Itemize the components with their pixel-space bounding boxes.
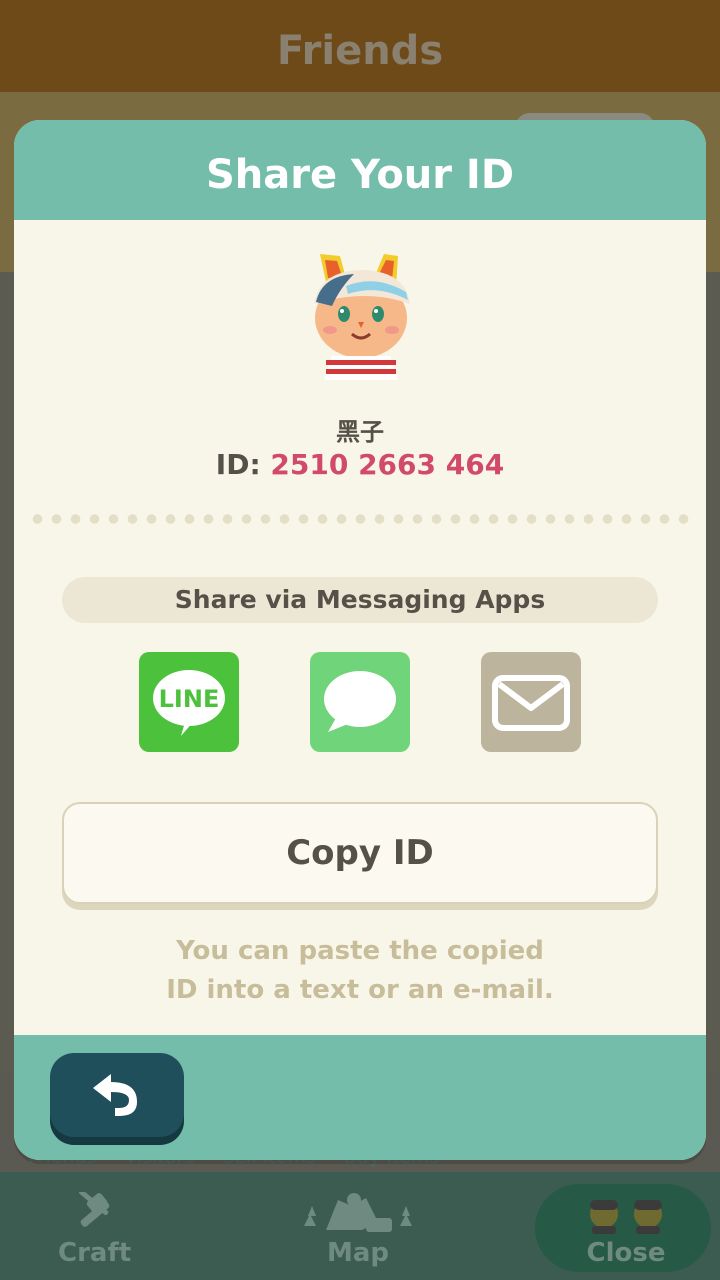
back-arrow-icon — [93, 1074, 137, 1116]
nav-close-label: Close — [586, 1238, 666, 1268]
id-value: 2510 2663 464 — [270, 448, 505, 481]
map-icon — [304, 1193, 412, 1232]
share-messages-button[interactable] — [310, 652, 410, 752]
share-mail-button[interactable] — [481, 652, 581, 752]
back-button[interactable] — [50, 1053, 184, 1137]
nav-close[interactable]: Close — [578, 1192, 674, 1268]
dialog-header: Share Your ID — [14, 120, 706, 220]
copy-hint-text: You can paste the copied ID into a text … — [14, 932, 706, 1010]
player-avatar — [314, 254, 410, 380]
villagers-icon — [590, 1200, 662, 1234]
envelope-icon — [492, 675, 570, 731]
nav-craft[interactable]: Craft — [58, 1192, 131, 1268]
copy-id-button[interactable]: Copy ID — [62, 802, 658, 904]
id-label: ID: — [215, 448, 261, 481]
line-logo-text: LINE — [159, 685, 220, 713]
player-id: ID: 2510 2663 464 — [14, 448, 706, 481]
share-id-dialog: Share Your ID 黑子 ID: 2510 2663 464 Share — [14, 120, 706, 1160]
speech-bubble-icon — [324, 671, 396, 732]
share-line-button[interactable]: LINE — [139, 652, 239, 752]
nav-craft-label: Craft — [58, 1238, 132, 1268]
background-header: Friends — [0, 0, 720, 92]
hint-line-2: ID into a text or an e-mail. — [166, 975, 554, 1005]
nav-map[interactable]: Map — [296, 1192, 420, 1268]
hint-line-1: You can paste the copied — [176, 936, 544, 966]
line-icon: LINE — [153, 670, 225, 736]
background-title: Friends — [276, 28, 444, 74]
nav-map-label: Map — [326, 1238, 390, 1268]
dialog-title: Share Your ID — [205, 152, 515, 198]
player-name: 黑子 — [336, 418, 384, 446]
dotted-divider — [28, 514, 692, 524]
hammer-icon — [78, 1192, 109, 1227]
share-via-label: Share via Messaging Apps — [62, 577, 658, 623]
